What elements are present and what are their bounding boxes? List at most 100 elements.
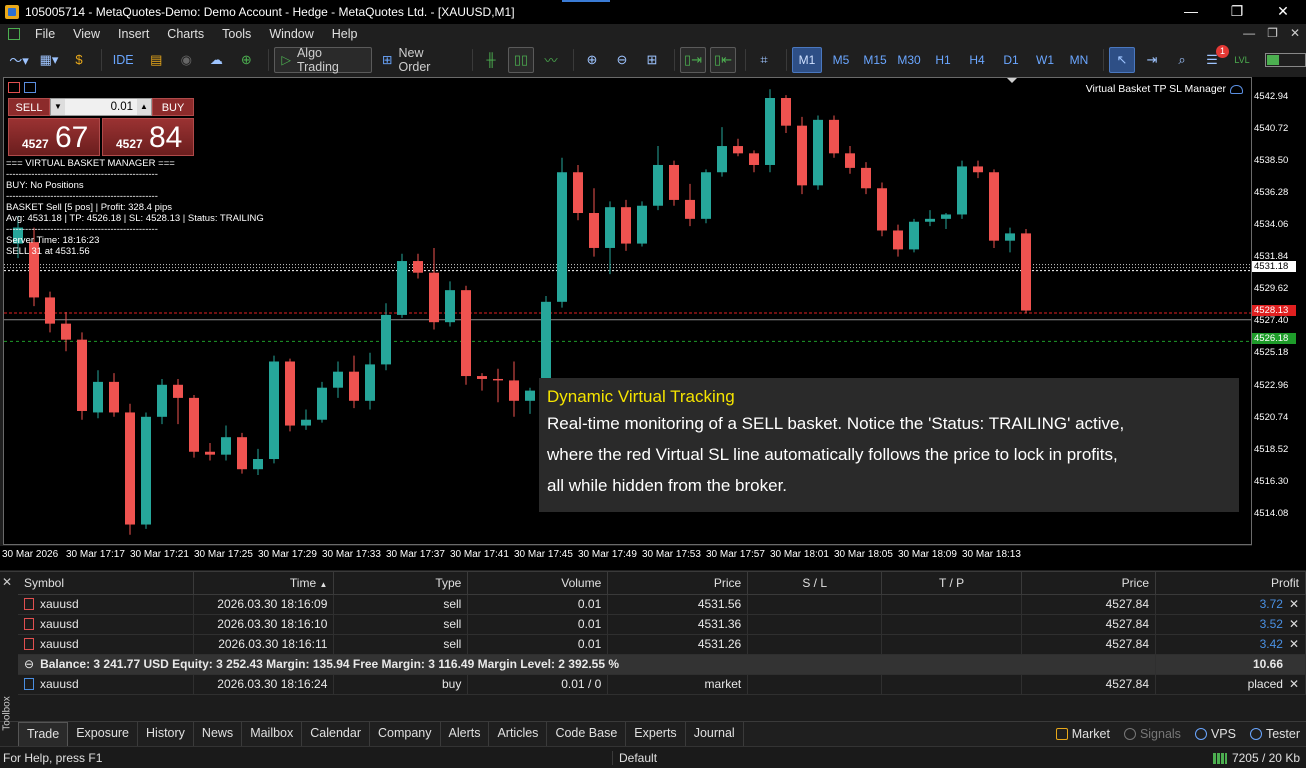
menu-file[interactable]: File — [26, 27, 64, 41]
menu-window[interactable]: Window — [260, 27, 322, 41]
market-dollar-icon[interactable]: $ — [66, 47, 92, 73]
table-row[interactable]: xauusd 2026.03.30 18:16:11 sell 0.01 453… — [18, 634, 1306, 655]
chart-shift-icon[interactable]: ▯⇤ — [710, 46, 736, 73]
tab-history[interactable]: History — [138, 721, 194, 746]
col-price[interactable]: Price — [607, 572, 749, 595]
cancel-order-icon[interactable]: ✕ — [1289, 677, 1299, 691]
cell-tp[interactable] — [881, 634, 1023, 655]
zoom-out-icon[interactable]: ⊖ — [609, 47, 635, 73]
sell-price-button[interactable]: 4527 67 — [8, 118, 100, 156]
lot-increase-icon[interactable]: ▲ — [137, 99, 151, 115]
sell-button[interactable]: SELL — [8, 98, 50, 116]
close-position-icon[interactable]: ✕ — [1289, 597, 1299, 611]
close-window-button[interactable]: ✕ — [1260, 0, 1306, 24]
profile-name[interactable]: Default — [612, 751, 657, 765]
buy-button[interactable]: BUY — [152, 98, 194, 116]
col-current-price[interactable]: Price — [1021, 572, 1156, 595]
cell-tp[interactable] — [881, 594, 1023, 615]
bar-chart-icon[interactable]: ╫ — [478, 47, 504, 73]
timeframe-h4[interactable]: H4 — [962, 47, 992, 73]
tester-button[interactable]: Tester — [1249, 727, 1300, 741]
tab-articles[interactable]: Articles — [489, 721, 548, 746]
table-row[interactable]: xauusd 2026.03.30 18:16:24 buy 0.01 / 0 … — [18, 674, 1306, 695]
tab-exposure[interactable]: Exposure — [68, 721, 139, 746]
col-symbol[interactable]: Symbol — [18, 572, 195, 595]
mdi-close-button[interactable]: ✕ — [1290, 24, 1300, 43]
tab-experts[interactable]: Experts — [626, 721, 686, 746]
crosshair-line-icon[interactable]: ⇥ — [1139, 47, 1165, 73]
chart-window[interactable]: Virtual Basket TP SL Manager SELL ▼ 0.01… — [3, 77, 1252, 545]
mdi-minimize-button[interactable]: — — [1243, 24, 1255, 43]
menu-view[interactable]: View — [64, 27, 109, 41]
cell-sl[interactable] — [747, 594, 883, 615]
tab-journal[interactable]: Journal — [686, 721, 744, 746]
lot-size-value[interactable]: 0.01 — [65, 99, 137, 115]
close-position-icon[interactable]: ✕ — [1289, 637, 1299, 651]
tab-calendar[interactable]: Calendar — [302, 721, 370, 746]
cloud-icon[interactable]: ☁ — [203, 47, 229, 73]
signal-broadcast-icon[interactable]: ◉ — [173, 47, 199, 73]
line-chart-icon[interactable]: 〰 — [538, 47, 564, 73]
vps-button[interactable]: VPS — [1194, 727, 1236, 741]
cursor-icon[interactable]: ↖ — [1109, 46, 1135, 73]
auto-scroll-icon[interactable]: ▯⇥ — [680, 46, 706, 73]
timeframe-d1[interactable]: D1 — [996, 47, 1026, 73]
menu-tools[interactable]: Tools — [213, 27, 260, 41]
timeframe-w1[interactable]: W1 — [1030, 47, 1060, 73]
candlestick-icon[interactable]: ▯▯ — [508, 46, 534, 73]
tab-news[interactable]: News — [194, 721, 243, 746]
tab-code-base[interactable]: Code Base — [547, 721, 627, 746]
market-button[interactable]: Market — [1055, 727, 1110, 741]
menu-help[interactable]: Help — [323, 27, 367, 41]
timeframe-m1[interactable]: M1 — [792, 46, 822, 73]
timeframe-m30[interactable]: M30 — [894, 47, 924, 73]
timeframe-h1[interactable]: H1 — [928, 47, 958, 73]
algo-trading-button[interactable]: ▷ Algo Trading — [274, 46, 372, 74]
close-toolbox-icon[interactable]: ✕ — [2, 575, 12, 589]
tile-windows-icon[interactable]: ⊞ — [639, 47, 665, 73]
cell-tp[interactable] — [881, 674, 1023, 695]
zoom-in-icon[interactable]: ⊕ — [579, 47, 605, 73]
minimize-button[interactable]: — — [1168, 0, 1214, 24]
screenshot-icon[interactable]: ⌗ — [751, 47, 777, 73]
add-globe-icon[interactable]: ⊕ — [233, 47, 259, 73]
table-row[interactable]: xauusd 2026.03.30 18:16:10 sell 0.01 453… — [18, 614, 1306, 635]
tab-alerts[interactable]: Alerts — [441, 721, 490, 746]
strategy-icon[interactable]: ▤ — [143, 47, 169, 73]
col-sl[interactable]: S / L — [747, 572, 883, 595]
menu-charts[interactable]: Charts — [158, 27, 213, 41]
chart-type-icon[interactable]: 〜▾ — [6, 47, 32, 73]
table-row[interactable]: xauusd 2026.03.30 18:16:09 sell 0.01 453… — [18, 594, 1306, 615]
signals-button[interactable]: Signals — [1123, 727, 1181, 741]
cell-tp[interactable] — [881, 614, 1023, 635]
search-icon[interactable]: ⌕ — [1169, 47, 1195, 73]
network-status[interactable]: 7205 / 20 Kb — [1212, 751, 1300, 765]
cell-sl[interactable] — [747, 674, 883, 695]
notifications-icon[interactable]: ☰ 1 — [1199, 44, 1229, 73]
tab-company[interactable]: Company — [370, 721, 441, 746]
col-volume[interactable]: Volume — [467, 572, 609, 595]
chart-list-icon[interactable] — [8, 82, 20, 93]
lot-decrease-icon[interactable]: ▼ — [51, 99, 65, 115]
timeframe-mn[interactable]: MN — [1064, 47, 1094, 73]
col-type[interactable]: Type — [333, 572, 469, 595]
buy-price-button[interactable]: 4527 84 — [102, 118, 194, 156]
tab-trade[interactable]: Trade — [18, 721, 69, 746]
menu-insert[interactable]: Insert — [109, 27, 158, 41]
col-profit[interactable]: Profit — [1155, 572, 1306, 595]
summary-toggle-icon[interactable]: ⊖ — [24, 657, 34, 671]
close-position-icon[interactable]: ✕ — [1289, 617, 1299, 631]
cell-sl[interactable] — [747, 614, 883, 635]
indicators-icon[interactable]: ▦▾ — [36, 47, 62, 73]
col-tp[interactable]: T / P — [881, 572, 1023, 595]
lot-size-field[interactable]: ▼ 0.01 ▲ — [50, 98, 152, 116]
timeframe-m5[interactable]: M5 — [826, 47, 856, 73]
expert-advisor-label[interactable]: Virtual Basket TP SL Manager — [1086, 83, 1243, 95]
mdi-restore-button[interactable]: ❐ — [1267, 24, 1278, 43]
tab-mailbox[interactable]: Mailbox — [242, 721, 303, 746]
new-order-button[interactable]: ⊞ New Order — [376, 46, 463, 74]
ide-button[interactable]: IDE — [107, 47, 139, 73]
maximize-button[interactable]: ❐ — [1214, 0, 1260, 24]
chart-properties-icon[interactable] — [24, 82, 36, 93]
timeframe-m15[interactable]: M15 — [860, 47, 890, 73]
